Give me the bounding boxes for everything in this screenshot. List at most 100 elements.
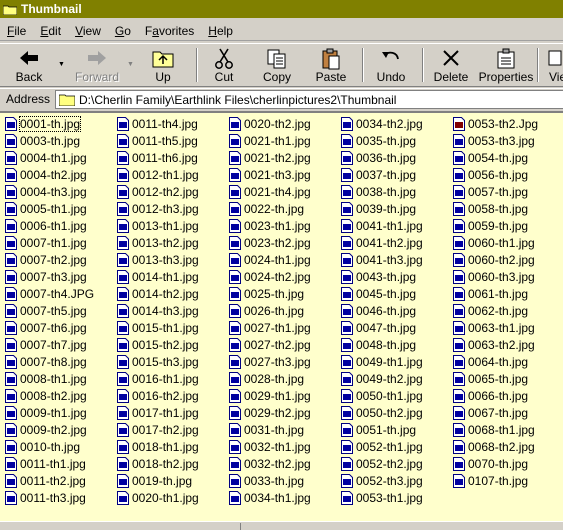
- file-item[interactable]: 0007-th3.jpg: [0, 268, 112, 285]
- file-item[interactable]: 0007-th5.jpg: [0, 302, 112, 319]
- file-item[interactable]: 0024-th1.jpg: [224, 251, 336, 268]
- properties-button[interactable]: Properties: [478, 46, 534, 84]
- delete-button[interactable]: Delete: [428, 46, 474, 84]
- file-item[interactable]: 0067-th.jpg: [448, 404, 560, 421]
- file-item[interactable]: 0028-th.jpg: [224, 370, 336, 387]
- file-item[interactable]: 0056-th.jpg: [448, 166, 560, 183]
- file-item[interactable]: 0070-th.jpg: [448, 455, 560, 472]
- back-button[interactable]: Back: [4, 46, 54, 84]
- file-item[interactable]: 0015-th3.jpg: [112, 353, 224, 370]
- file-item[interactable]: 0008-th2.jpg: [0, 387, 112, 404]
- file-item[interactable]: 0023-th2.jpg: [224, 234, 336, 251]
- file-item[interactable]: 0007-th8.jpg: [0, 353, 112, 370]
- file-item[interactable]: 0049-th1.jpg: [336, 353, 448, 370]
- file-item[interactable]: 0012-th1.jpg: [112, 166, 224, 183]
- file-item[interactable]: 0063-th1.jpg: [448, 319, 560, 336]
- file-item[interactable]: 0017-th2.jpg: [112, 421, 224, 438]
- file-item[interactable]: 0052-th3.jpg: [336, 472, 448, 489]
- file-item[interactable]: 0007-th7.jpg: [0, 336, 112, 353]
- file-item[interactable]: 0005-th1.jpg: [0, 200, 112, 217]
- file-item[interactable]: 0068-th1.jpg: [448, 421, 560, 438]
- file-item[interactable]: 0046-th.jpg: [336, 302, 448, 319]
- file-item[interactable]: 0007-th6.jpg: [0, 319, 112, 336]
- file-item[interactable]: 0009-th1.jpg: [0, 404, 112, 421]
- file-item[interactable]: 0013-th3.jpg: [112, 251, 224, 268]
- file-item[interactable]: 0052-th1.jpg: [336, 438, 448, 455]
- menu-help[interactable]: Help: [201, 22, 240, 40]
- file-item[interactable]: 0007-th2.jpg: [0, 251, 112, 268]
- undo-button[interactable]: Undo: [368, 46, 414, 84]
- file-item[interactable]: 0031-th.jpg: [224, 421, 336, 438]
- file-item[interactable]: 0011-th2.jpg: [0, 472, 112, 489]
- views-button[interactable]: Vie: [543, 46, 563, 84]
- file-item[interactable]: 0022-th.jpg: [224, 200, 336, 217]
- file-item[interactable]: 0026-th.jpg: [224, 302, 336, 319]
- file-item[interactable]: 0024-th2.jpg: [224, 268, 336, 285]
- file-item[interactable]: 0014-th1.jpg: [112, 268, 224, 285]
- file-item[interactable]: 0001-th.jpg: [0, 115, 112, 132]
- file-item[interactable]: 0011-th1.jpg: [0, 455, 112, 472]
- file-item[interactable]: 0021-th2.jpg: [224, 149, 336, 166]
- menu-edit[interactable]: Edit: [33, 22, 68, 40]
- file-item[interactable]: 0025-th.jpg: [224, 285, 336, 302]
- file-item[interactable]: 0029-th1.jpg: [224, 387, 336, 404]
- file-item[interactable]: 0063-th2.jpg: [448, 336, 560, 353]
- file-item[interactable]: 0011-th4.jpg: [112, 115, 224, 132]
- file-item[interactable]: 0003-th.jpg: [0, 132, 112, 149]
- file-item[interactable]: 0061-th.jpg: [448, 285, 560, 302]
- file-item[interactable]: 0053-th2.Jpg: [448, 115, 560, 132]
- file-item[interactable]: 0037-th.jpg: [336, 166, 448, 183]
- file-item[interactable]: 0012-th3.jpg: [112, 200, 224, 217]
- file-item[interactable]: 0059-th.jpg: [448, 217, 560, 234]
- file-item[interactable]: 0068-th2.jpg: [448, 438, 560, 455]
- file-item[interactable]: 0041-th1.jpg: [336, 217, 448, 234]
- file-item[interactable]: 0043-th.jpg: [336, 268, 448, 285]
- file-item[interactable]: 0011-th6.jpg: [112, 149, 224, 166]
- file-item[interactable]: 0058-th.jpg: [448, 200, 560, 217]
- file-item[interactable]: 0013-th1.jpg: [112, 217, 224, 234]
- copy-button[interactable]: Copy: [254, 46, 300, 84]
- file-item[interactable]: 0015-th1.jpg: [112, 319, 224, 336]
- file-item[interactable]: 0014-th3.jpg: [112, 302, 224, 319]
- file-item[interactable]: 0062-th.jpg: [448, 302, 560, 319]
- file-item[interactable]: 0032-th2.jpg: [224, 455, 336, 472]
- menu-file[interactable]: File: [0, 22, 33, 40]
- file-item[interactable]: 0035-th.jpg: [336, 132, 448, 149]
- file-item[interactable]: 0034-th1.jpg: [224, 489, 336, 506]
- file-item[interactable]: 0041-th3.jpg: [336, 251, 448, 268]
- menu-go[interactable]: Go: [108, 22, 138, 40]
- file-item[interactable]: 0054-th.jpg: [448, 149, 560, 166]
- file-item[interactable]: 0049-th2.jpg: [336, 370, 448, 387]
- file-item[interactable]: 0017-th1.jpg: [112, 404, 224, 421]
- file-item[interactable]: 0053-th3.jpg: [448, 132, 560, 149]
- file-item[interactable]: 0027-th1.jpg: [224, 319, 336, 336]
- file-item[interactable]: 0020-th1.jpg: [112, 489, 224, 506]
- file-item[interactable]: 0021-th3.jpg: [224, 166, 336, 183]
- file-item[interactable]: 0066-th.jpg: [448, 387, 560, 404]
- file-item[interactable]: 0023-th1.jpg: [224, 217, 336, 234]
- file-item[interactable]: 0020-th2.jpg: [224, 115, 336, 132]
- paste-button[interactable]: Paste: [308, 46, 354, 84]
- file-item[interactable]: 0007-th1.jpg: [0, 234, 112, 251]
- file-item[interactable]: 0016-th2.jpg: [112, 387, 224, 404]
- file-item[interactable]: 0057-th.jpg: [448, 183, 560, 200]
- file-item[interactable]: 0018-th2.jpg: [112, 455, 224, 472]
- file-item[interactable]: 0011-th3.jpg: [0, 489, 112, 506]
- file-item[interactable]: 0004-th2.jpg: [0, 166, 112, 183]
- file-item[interactable]: 0041-th2.jpg: [336, 234, 448, 251]
- file-item[interactable]: 0029-th2.jpg: [224, 404, 336, 421]
- back-dropdown-icon[interactable]: ▼: [58, 61, 65, 68]
- file-item[interactable]: 0004-th3.jpg: [0, 183, 112, 200]
- file-item[interactable]: 0060-th3.jpg: [448, 268, 560, 285]
- file-item[interactable]: 0011-th5.jpg: [112, 132, 224, 149]
- forward-button[interactable]: Forward: [70, 46, 124, 84]
- file-item[interactable]: 0060-th1.jpg: [448, 234, 560, 251]
- file-item[interactable]: 0027-th3.jpg: [224, 353, 336, 370]
- file-item[interactable]: 0016-th1.jpg: [112, 370, 224, 387]
- file-item[interactable]: 0053-th1.jpg: [336, 489, 448, 506]
- file-item[interactable]: 0036-th.jpg: [336, 149, 448, 166]
- file-item[interactable]: 0060-th2.jpg: [448, 251, 560, 268]
- address-field[interactable]: D:\Cherlin Family\Earthlink Files\cherli…: [55, 90, 563, 109]
- file-item[interactable]: 0013-th2.jpg: [112, 234, 224, 251]
- file-item[interactable]: 0064-th.jpg: [448, 353, 560, 370]
